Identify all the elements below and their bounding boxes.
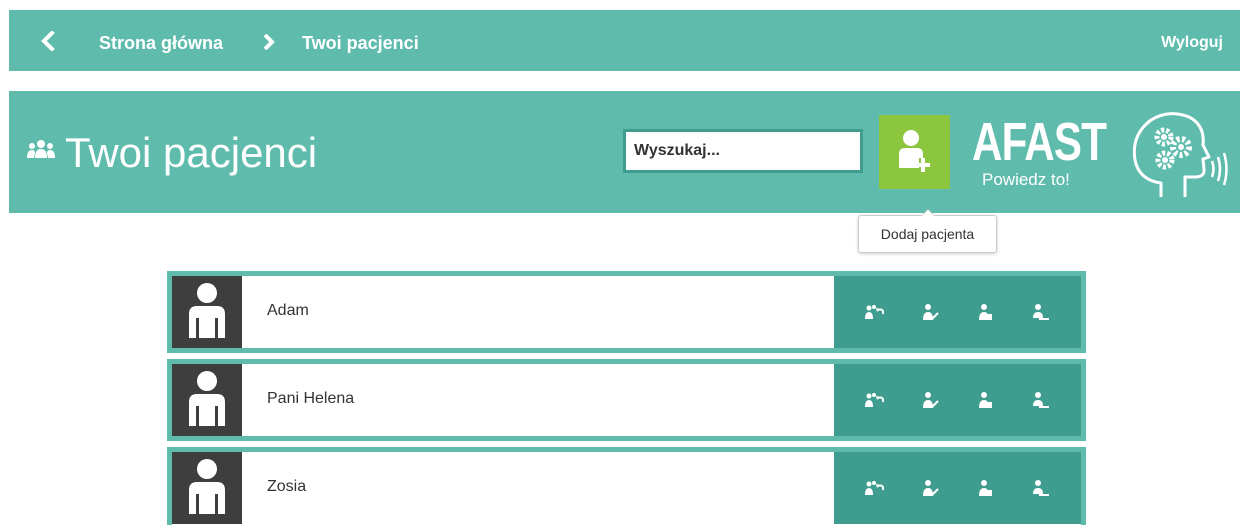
page-header: Twoi pacjenci AFAST Powiedz to! xyxy=(9,91,1240,213)
remove-patient-icon[interactable] xyxy=(1029,301,1051,323)
user-avatar-icon xyxy=(189,283,225,338)
add-patient-button[interactable] xyxy=(879,115,950,189)
patient-info-icon[interactable] xyxy=(974,389,996,411)
edit-patient-icon[interactable] xyxy=(919,301,941,323)
user-avatar-icon xyxy=(189,371,225,426)
edit-patient-icon[interactable] xyxy=(919,389,941,411)
breadcrumb-home[interactable]: Strona główna xyxy=(99,33,223,54)
patient-name[interactable]: Adam xyxy=(267,302,309,320)
breadcrumb-current[interactable]: Twoi pacjenci xyxy=(302,33,419,54)
patient-name[interactable]: Zosia xyxy=(267,478,306,496)
patient-row[interactable]: Pani Helena xyxy=(167,359,1086,441)
chevron-left-icon[interactable] xyxy=(39,31,59,51)
patient-list: Adam Pani Helena Zosia xyxy=(167,271,1086,531)
edit-patient-icon[interactable] xyxy=(919,477,941,499)
top-nav-bar: Strona główna Twoi pacjenci Wyloguj xyxy=(9,10,1240,71)
avatar xyxy=(172,364,242,436)
swap-patient-icon[interactable] xyxy=(864,301,886,323)
patient-row[interactable]: Adam xyxy=(167,271,1086,353)
people-icon xyxy=(27,140,55,158)
patient-info-icon[interactable] xyxy=(974,301,996,323)
search-input[interactable] xyxy=(623,129,863,173)
avatar xyxy=(172,276,242,348)
logout-link[interactable]: Wyloguj xyxy=(1161,34,1223,52)
patient-row[interactable]: Zosia xyxy=(167,447,1086,525)
swap-patient-icon[interactable] xyxy=(864,389,886,411)
add-user-icon xyxy=(898,130,930,172)
chevron-right-icon xyxy=(263,34,275,50)
add-patient-tooltip: Dodaj pacjenta xyxy=(858,209,997,253)
head-gears-logo-icon xyxy=(1132,112,1228,197)
avatar xyxy=(172,452,242,524)
page-title: Twoi pacjenci xyxy=(65,129,318,176)
remove-patient-icon[interactable] xyxy=(1029,389,1051,411)
patient-actions xyxy=(834,364,1081,436)
logo-tagline: Powiedz to! xyxy=(982,170,1070,189)
patient-info-icon[interactable] xyxy=(974,477,996,499)
patient-actions xyxy=(834,452,1081,524)
remove-patient-icon[interactable] xyxy=(1029,477,1051,499)
patient-actions xyxy=(834,276,1081,348)
patient-name[interactable]: Pani Helena xyxy=(267,390,354,408)
logo-name: AFAST xyxy=(972,112,1107,172)
swap-patient-icon[interactable] xyxy=(864,477,886,499)
user-avatar-icon xyxy=(189,459,225,514)
